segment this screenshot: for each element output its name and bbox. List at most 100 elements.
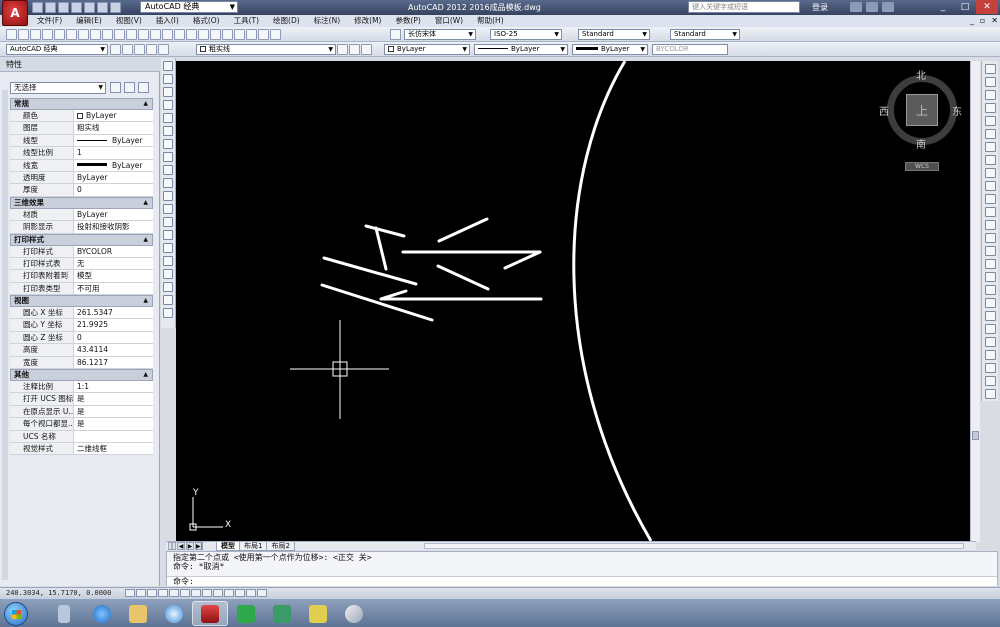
rectangle-icon[interactable] (163, 113, 173, 123)
compass-east[interactable]: 东 (952, 103, 962, 118)
redo-icon[interactable] (150, 29, 161, 40)
tool-palettes-icon[interactable] (234, 29, 245, 40)
taskbar-app-notes[interactable] (300, 601, 336, 626)
design-center-icon[interactable] (222, 29, 233, 40)
text-style-icon[interactable] (390, 29, 401, 40)
line-icon[interactable] (163, 61, 173, 71)
property-row[interactable]: 图层 粗实线 (10, 122, 153, 135)
menu-modify[interactable]: 修改(M) (347, 15, 388, 27)
property-row[interactable]: 每个视口都显... 是 (10, 418, 153, 431)
extend-icon[interactable] (985, 194, 996, 204)
move-icon[interactable] (985, 129, 996, 139)
doc-close-button[interactable]: ✕ (991, 16, 998, 25)
grid-display-icon[interactable] (147, 589, 157, 597)
drawing-canvas[interactable]: Y X 上 北 南 西 东 WCS (176, 61, 970, 542)
calculator-icon[interactable] (270, 29, 281, 40)
make-current-layer-icon[interactable] (337, 44, 348, 55)
array-icon[interactable] (985, 116, 996, 126)
property-value[interactable]: ByLayer (74, 110, 153, 121)
property-value[interactable]: 粗实线 (74, 122, 153, 133)
horizontal-scrollbar[interactable] (424, 543, 964, 549)
collapse-icon[interactable]: ▲ (143, 370, 148, 380)
tab-layout2[interactable]: 布局2 (266, 542, 295, 551)
properties-icon[interactable] (210, 29, 221, 40)
polyline-icon[interactable] (163, 87, 173, 97)
taskbar-app-files[interactable] (46, 601, 82, 626)
infer-constraints-icon[interactable] (125, 589, 135, 597)
qnew-icon[interactable] (6, 29, 17, 40)
table-style-select[interactable]: Standard ▼ (578, 29, 650, 40)
menu-format[interactable]: 格式(O) (186, 15, 227, 27)
spline-icon[interactable] (163, 165, 173, 175)
snap-mode-icon[interactable] (136, 589, 146, 597)
point-icon[interactable] (163, 230, 173, 240)
publish-icon[interactable] (66, 29, 77, 40)
menu-tools[interactable]: 工具(T) (227, 15, 266, 27)
layer-properties-icon[interactable] (122, 44, 133, 55)
open-icon[interactable] (18, 29, 29, 40)
polar-tracking-icon[interactable] (169, 589, 179, 597)
collapse-icon[interactable]: ▲ (143, 198, 148, 208)
help-icon[interactable] (882, 2, 894, 12)
property-value[interactable]: ByLayer (74, 209, 153, 220)
undo-icon[interactable] (97, 2, 108, 13)
scale-icon[interactable] (985, 155, 996, 165)
erase-icon[interactable] (985, 64, 996, 74)
property-row[interactable]: 圆心 Z 坐标 0 (10, 331, 153, 345)
zoom-realtime-icon[interactable] (174, 29, 185, 40)
property-value[interactable]: 无 (74, 258, 153, 269)
property-row[interactable]: 打印样式 BYCOLOR (10, 245, 153, 258)
new-file-icon[interactable] (32, 2, 43, 13)
first-tab-icon[interactable]: |◀ (168, 542, 176, 558)
arc-icon[interactable] (163, 126, 173, 136)
menu-view[interactable]: 视图(V) (109, 15, 149, 27)
property-row[interactable]: 圆心 X 坐标 261.5347 (10, 307, 153, 320)
paste-icon[interactable] (102, 29, 113, 40)
tab-model[interactable]: 模型 (216, 542, 240, 551)
plot-icon[interactable] (42, 29, 53, 40)
group-icon[interactable] (985, 311, 996, 321)
property-row[interactable]: 注释比例 1:1 (10, 381, 153, 394)
markup-icon[interactable] (258, 29, 269, 40)
gradient-icon[interactable] (163, 256, 173, 266)
menu-help[interactable]: 帮助(H) (470, 15, 511, 27)
rotate-icon[interactable] (985, 142, 996, 152)
section-header-3d-effects[interactable]: 三维效果 ▲ (10, 196, 153, 209)
mirror-icon[interactable] (985, 90, 996, 100)
layer-match-icon[interactable] (985, 376, 996, 386)
cut-icon[interactable] (78, 29, 89, 40)
command-input[interactable]: 命令: (167, 576, 997, 586)
preview-icon[interactable] (54, 29, 65, 40)
workspace-settings-icon[interactable] (110, 44, 121, 55)
compass-west[interactable]: 西 (879, 103, 889, 118)
ellipse-arc-icon[interactable] (163, 191, 173, 201)
section-header-plot-style[interactable]: 打印样式 ▲ (10, 233, 153, 246)
multiline-text-icon[interactable] (163, 295, 173, 305)
ungroup-icon[interactable] (985, 324, 996, 334)
vertical-scroll-thumb[interactable] (972, 431, 979, 440)
menu-edit[interactable]: 编辑(E) (69, 15, 109, 27)
menu-draw[interactable]: 绘图(D) (266, 15, 307, 27)
menu-window[interactable]: 窗口(W) (428, 15, 470, 27)
taskbar-app-explorer[interactable] (120, 601, 156, 626)
save-icon[interactable] (58, 2, 69, 13)
property-row[interactable]: 线型 ByLayer (10, 134, 153, 148)
layer-select[interactable]: 粗实线 ▼ (196, 44, 336, 55)
collapse-icon[interactable]: ▲ (143, 99, 148, 109)
doc-restore-button[interactable]: ▫ (980, 16, 985, 25)
section-header-misc[interactable]: 其他 ▲ (10, 369, 153, 382)
explode-icon[interactable] (985, 285, 996, 295)
start-button[interactable] (4, 602, 28, 626)
tab-layout1[interactable]: 布局1 (239, 542, 268, 551)
property-row[interactable]: UCS 名称 (10, 430, 153, 443)
pan-icon[interactable] (162, 29, 173, 40)
coordinates-readout[interactable]: 240.3034, 15.7170, 0.0000 (6, 589, 111, 597)
dim-style-select[interactable]: ISO-25 ▼ (490, 29, 562, 40)
circle-icon[interactable] (163, 139, 173, 149)
property-row[interactable]: 在原点显示 U... 是 (10, 405, 153, 419)
make-block-icon[interactable] (163, 217, 173, 227)
close-button[interactable]: ✕ (976, 0, 998, 14)
region-icon[interactable] (163, 269, 173, 279)
property-value[interactable]: ByLayer (74, 160, 153, 171)
text-style-select[interactable]: 长仿宋体 ▼ (404, 29, 476, 40)
